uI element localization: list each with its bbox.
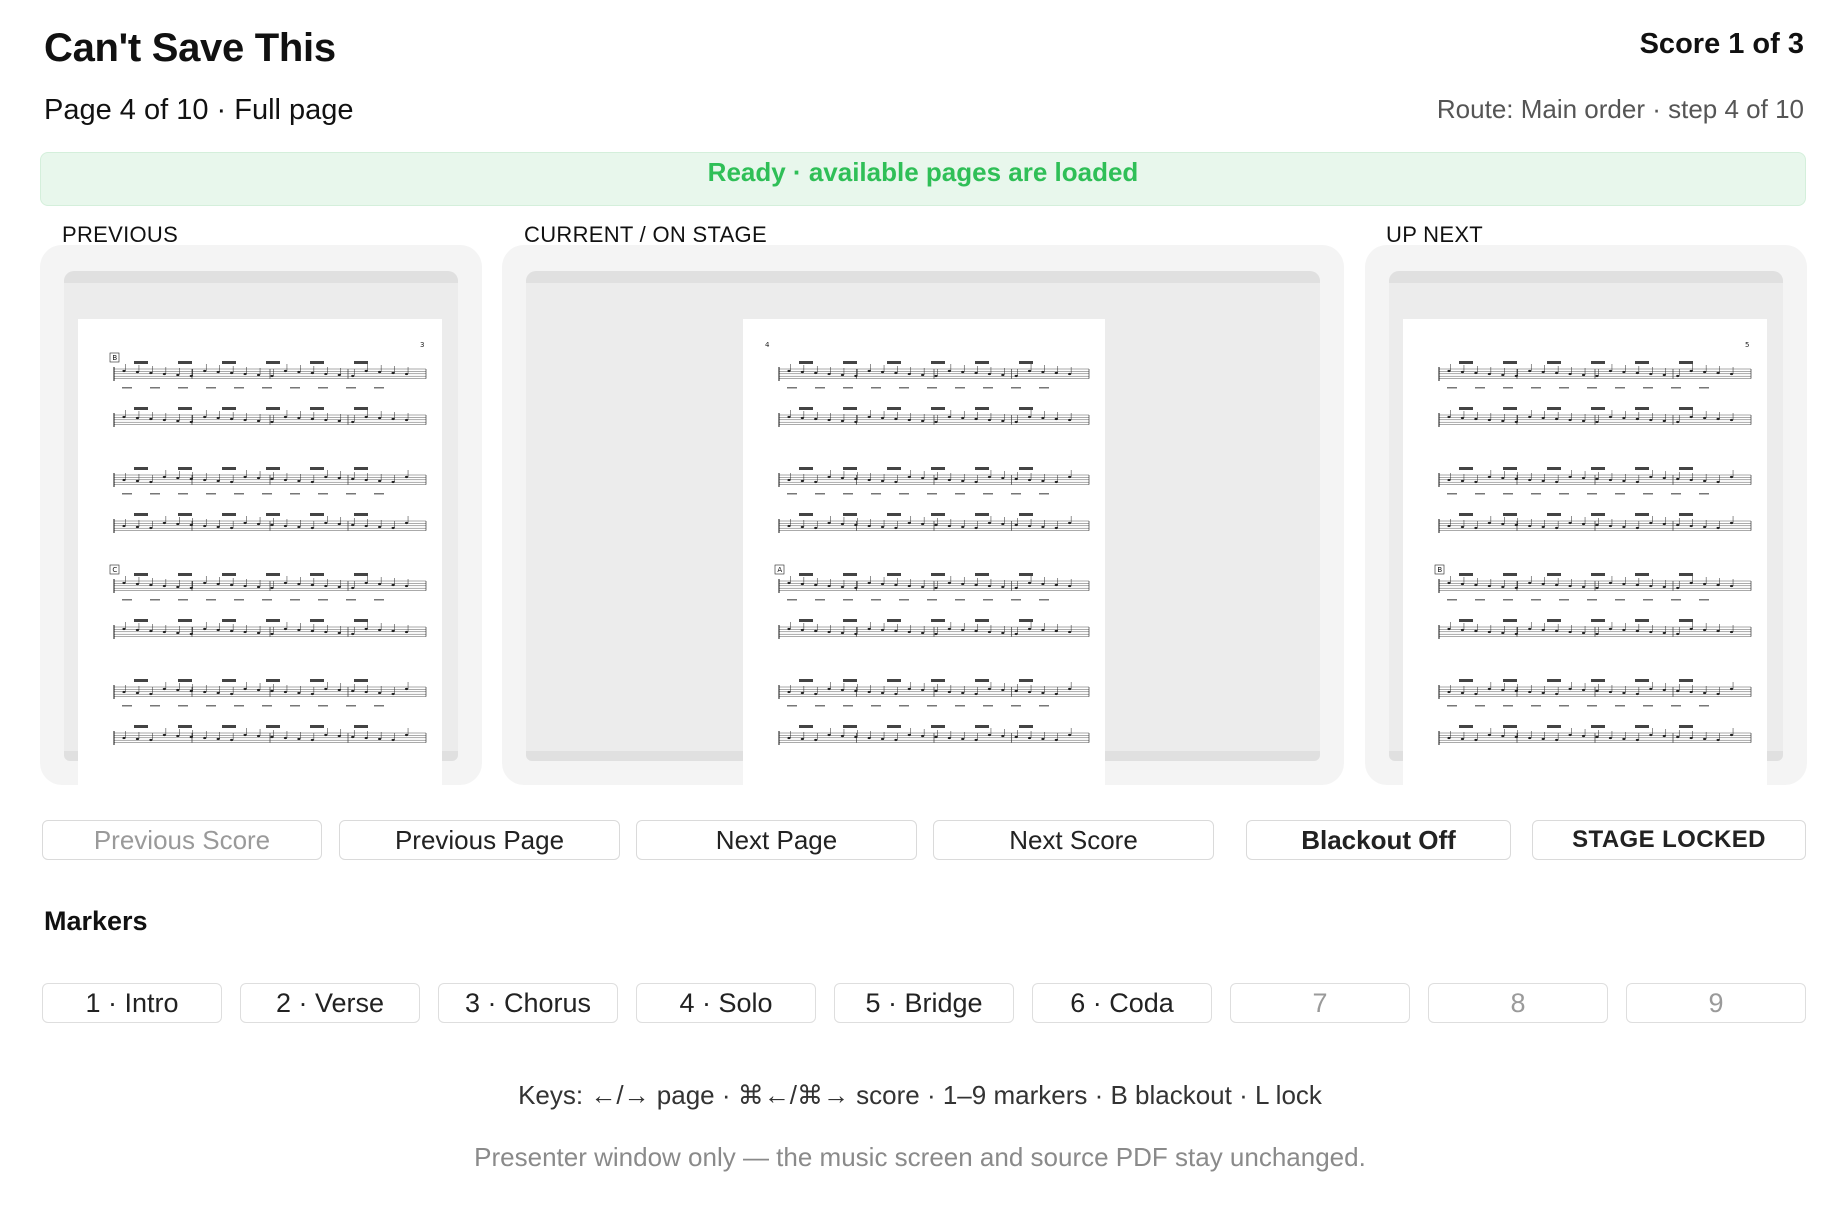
marker-button-5[interactable]: 5 · Bridge <box>834 983 1014 1023</box>
next-page-button[interactable]: Next Page <box>636 820 917 860</box>
music-system <box>113 361 427 427</box>
previous-page-button[interactable]: Previous Page <box>339 820 620 860</box>
music-system <box>1438 679 1752 745</box>
marker-button-9[interactable]: 9 <box>1626 983 1806 1023</box>
current-page-frame: 4A <box>526 271 1320 789</box>
status-banner: Ready · available pages are loaded <box>40 152 1806 206</box>
page-number-label: 5 <box>1745 341 1749 349</box>
marker-button-1[interactable]: 1 · Intro <box>42 983 222 1023</box>
marker-button-3[interactable]: 3 · Chorus <box>438 983 618 1023</box>
music-system <box>113 573 427 639</box>
page-info: Page 4 of 10 · Full page <box>44 94 354 126</box>
score-title: Can't Save This <box>44 26 336 70</box>
music-system <box>778 467 1090 533</box>
next-page-frame: 5B <box>1389 271 1783 789</box>
rehearsal-mark-label: B <box>1437 566 1442 574</box>
stage-lock-button[interactable]: STAGE LOCKED <box>1532 820 1806 860</box>
music-system <box>1438 573 1752 639</box>
next-score-button[interactable]: Next Score <box>933 820 1214 860</box>
previous-sheet-music: 3 B C <box>109 341 427 745</box>
previous-score-button[interactable]: Previous Score <box>42 820 322 860</box>
music-system <box>778 573 1090 639</box>
next-page-preview: 5B <box>1403 319 1767 789</box>
current-sheet-music: 4A <box>765 341 1090 745</box>
music-system <box>113 467 427 533</box>
next-panel[interactable]: 5B <box>1365 245 1807 789</box>
music-system <box>778 361 1090 427</box>
blackout-toggle-button[interactable]: Blackout Off <box>1246 820 1511 860</box>
marker-button-4[interactable]: 4 · Solo <box>636 983 816 1023</box>
rehearsal-mark-label: B <box>112 354 117 362</box>
marker-button-2[interactable]: 2 · Verse <box>240 983 420 1023</box>
music-system <box>1438 361 1752 427</box>
marker-button-7[interactable]: 7 <box>1230 983 1410 1023</box>
current-panel[interactable]: 4A <box>502 245 1344 789</box>
presenter-note: Presenter window only — the music screen… <box>474 1142 1366 1172</box>
marker-button-8[interactable]: 8 <box>1428 983 1608 1023</box>
marker-button-6[interactable]: 6 · Coda <box>1032 983 1212 1023</box>
previous-page-frame: 3 B C <box>64 271 458 789</box>
keyboard-shortcuts-hint: Keys: ←/→ page · ⌘←/⌘→ score · 1–9 marke… <box>518 1080 1322 1110</box>
next-sheet-music: 5B <box>1434 341 1752 745</box>
page-number-label: 4 <box>765 341 770 349</box>
markers-heading: Markers <box>44 906 148 936</box>
current-page-preview: 4A <box>743 319 1105 789</box>
page-number-label: 3 <box>420 341 424 349</box>
rehearsal-mark-label: C <box>112 566 117 574</box>
score-position: Score 1 of 3 <box>1639 28 1804 60</box>
music-system <box>113 679 427 745</box>
route-info: Route: Main order · step 4 of 10 <box>1436 94 1804 124</box>
rehearsal-mark-label: A <box>777 566 782 574</box>
music-system <box>778 679 1090 745</box>
previous-page-preview: 3 B C <box>78 319 442 789</box>
previous-panel[interactable]: 3 B C <box>40 245 482 789</box>
music-system <box>1438 467 1752 533</box>
